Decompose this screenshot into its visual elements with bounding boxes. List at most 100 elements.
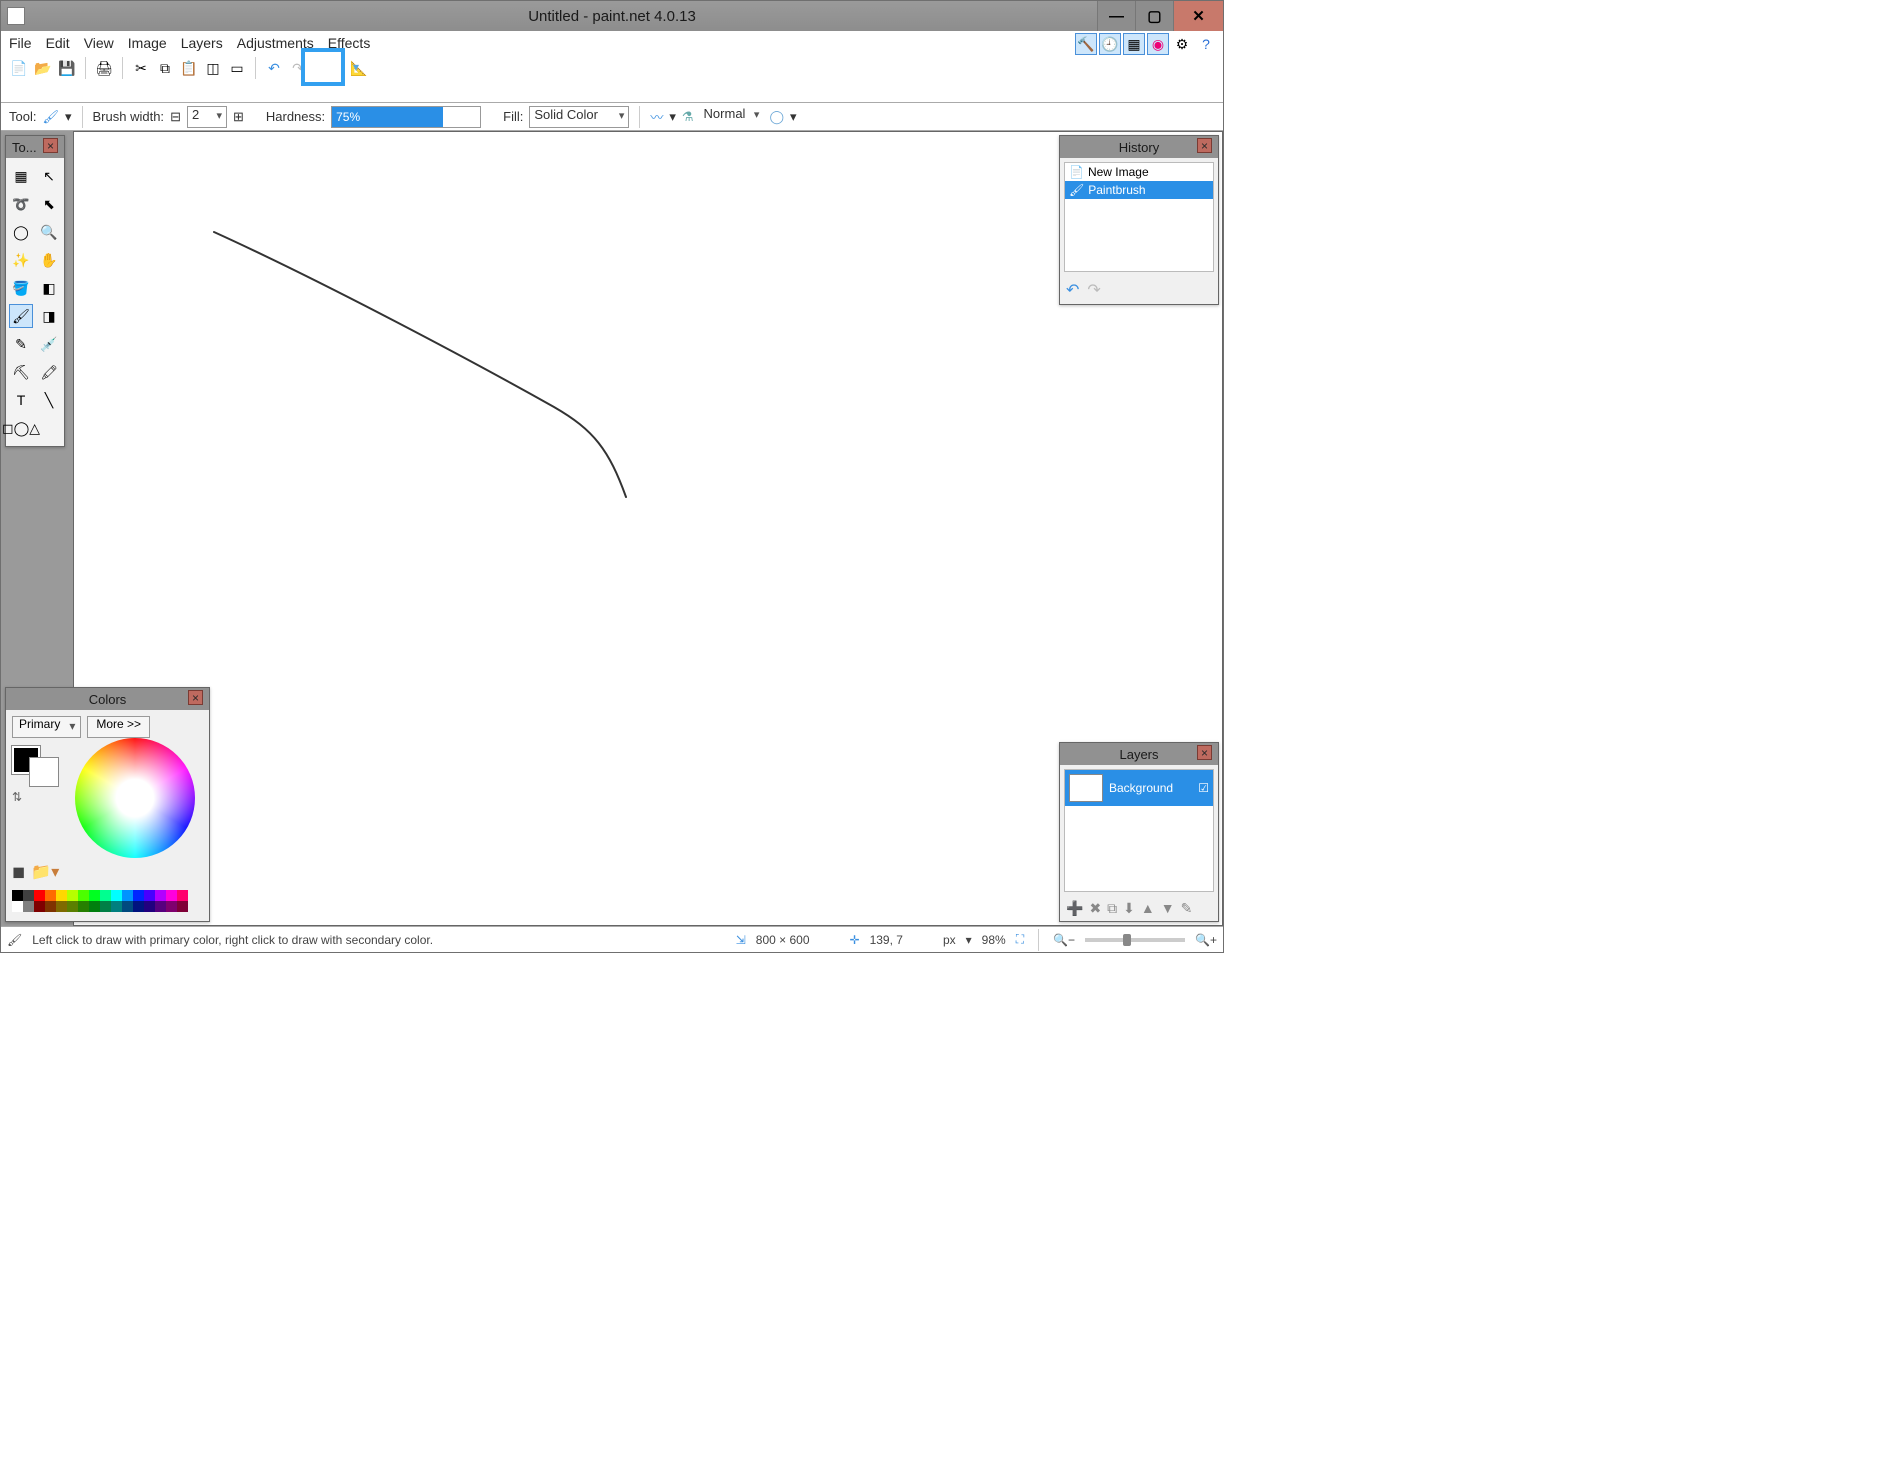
maximize-button[interactable]: ▢ xyxy=(1135,1,1173,31)
palette-swatch[interactable] xyxy=(67,890,78,901)
palette-swatch[interactable] xyxy=(133,890,144,901)
palette-swatch[interactable] xyxy=(100,890,111,901)
palette-swatch[interactable] xyxy=(122,890,133,901)
toggle-colors-panel-icon[interactable]: ◉ xyxy=(1147,33,1169,55)
color-picker-tool[interactable]: 💉 xyxy=(37,332,61,356)
menu-view[interactable]: View xyxy=(84,35,114,51)
zoom-slider[interactable] xyxy=(1085,938,1185,942)
palette-swatch[interactable] xyxy=(111,890,122,901)
shapes-tool[interactable]: ◻◯△ xyxy=(9,416,33,440)
palette-swatch[interactable] xyxy=(45,890,56,901)
deselect-icon[interactable]: ▭ xyxy=(227,58,247,78)
tools-panel[interactable]: To... × ▦ ↖ ➰ ⬉ ◯ 🔍 ✨ ✋ 🪣 ◧ 🖌 ◨ ✎ 💉 ⛏ 🖍 xyxy=(5,135,65,447)
layer-item[interactable]: Background ☑ xyxy=(1065,770,1213,806)
brush-width-decrease-icon[interactable]: ⊟ xyxy=(170,109,181,125)
recolor-tool[interactable]: 🖍 xyxy=(37,360,61,384)
menu-layers[interactable]: Layers xyxy=(181,35,223,51)
history-list[interactable]: 📄 New Image 🖌 Paintbrush xyxy=(1064,162,1214,272)
palette-swatch[interactable] xyxy=(78,901,89,912)
print-icon[interactable]: 🖨 xyxy=(94,58,114,78)
help-icon[interactable]: ? xyxy=(1195,33,1217,55)
move-selection-tool[interactable]: ⬉ xyxy=(37,192,61,216)
palette-swatch[interactable] xyxy=(89,890,100,901)
color-wheel[interactable] xyxy=(75,738,195,858)
blend-mode-combo[interactable]: Normal xyxy=(700,106,764,128)
add-color-icon[interactable]: ◼ xyxy=(12,862,25,882)
layers-panel[interactable]: Layers × Background ☑ ➕ ✖ ⧉ ⬇ ▲ ▼ ✎ xyxy=(1059,742,1219,922)
palette-swatch[interactable] xyxy=(166,890,177,901)
palette-swatch[interactable] xyxy=(177,901,188,912)
gradient-tool[interactable]: ◧ xyxy=(37,276,61,300)
antialias-icon[interactable]: 〰 xyxy=(650,107,663,126)
toggle-layers-panel-icon[interactable]: ▦ xyxy=(1123,33,1145,55)
colors-panel-close-icon[interactable]: × xyxy=(188,690,203,705)
palette-swatch[interactable] xyxy=(111,901,122,912)
paintbrush-tool-icon[interactable]: 🖌 xyxy=(42,109,59,125)
history-undo-icon[interactable]: ↶ xyxy=(1066,280,1079,300)
magic-wand-tool[interactable]: ✨ xyxy=(9,248,33,272)
selection-clip-icon[interactable]: ◯ xyxy=(769,109,784,125)
new-icon[interactable]: 📄 xyxy=(9,58,29,78)
palette-swatch[interactable] xyxy=(166,901,177,912)
move-layer-up-icon[interactable]: ▲ xyxy=(1141,900,1155,917)
pan-tool[interactable]: ✋ xyxy=(37,248,61,272)
color-target-dropdown[interactable]: Primary xyxy=(12,716,81,738)
paintbrush-tool[interactable]: 🖌 xyxy=(9,304,33,328)
save-icon[interactable]: 💾 xyxy=(57,58,77,78)
zoom-tool[interactable]: 🔍 xyxy=(37,220,61,244)
toggle-history-panel-icon[interactable]: 🕘 xyxy=(1099,33,1121,55)
swap-colors-icon[interactable]: ⇅ xyxy=(12,790,22,804)
add-layer-icon[interactable]: ➕ xyxy=(1066,900,1083,917)
palette-swatch[interactable] xyxy=(100,901,111,912)
ellipse-select-tool[interactable]: ◯ xyxy=(9,220,33,244)
toggle-tools-panel-icon[interactable]: 🔨 xyxy=(1075,33,1097,55)
zoom-in-icon[interactable]: 🔍+ xyxy=(1195,933,1217,947)
palette-swatch[interactable] xyxy=(45,901,56,912)
layer-visible-checkbox[interactable]: ☑ xyxy=(1198,781,1209,795)
clone-stamp-tool[interactable]: ⛏ xyxy=(9,360,33,384)
palette-swatch[interactable] xyxy=(12,901,23,912)
crop-icon[interactable]: ◫ xyxy=(203,58,223,78)
menu-file[interactable]: File xyxy=(9,35,32,51)
history-panel[interactable]: History × 📄 New Image 🖌 Paintbrush ↶ ↷ xyxy=(1059,135,1219,305)
close-button[interactable]: ✕ xyxy=(1173,1,1223,31)
palette-swatch[interactable] xyxy=(23,890,34,901)
undo-icon[interactable]: ↶ xyxy=(264,58,284,78)
merge-layer-icon[interactable]: ⬇ xyxy=(1123,900,1135,917)
document-list-dropdown-icon[interactable]: ▾ xyxy=(353,60,359,74)
tool-dropdown-icon[interactable]: ▾ xyxy=(65,109,72,125)
palette-swatch[interactable] xyxy=(144,890,155,901)
open-icon[interactable]: 📂 xyxy=(33,58,53,78)
canvas[interactable] xyxy=(73,131,1223,926)
minimize-button[interactable]: — xyxy=(1097,1,1135,31)
palette-swatch[interactable] xyxy=(177,890,188,901)
colors-more-button[interactable]: More >> xyxy=(87,716,150,738)
move-layer-down-icon[interactable]: ▼ xyxy=(1161,900,1175,917)
fit-window-icon[interactable]: ⛶ xyxy=(1016,932,1024,947)
fill-combo[interactable]: Solid Color xyxy=(529,106,629,128)
palette-swatch[interactable] xyxy=(155,890,166,901)
brush-width-combo[interactable]: 2 xyxy=(187,106,227,128)
menu-image[interactable]: Image xyxy=(128,35,167,51)
alpha-blend-icon[interactable]: ⚗ xyxy=(682,109,694,125)
cut-icon[interactable]: ✂ xyxy=(131,58,151,78)
paint-bucket-tool[interactable]: 🪣 xyxy=(9,276,33,300)
palette-swatch[interactable] xyxy=(12,890,23,901)
palette-swatch[interactable] xyxy=(23,901,34,912)
history-item[interactable]: 🖌 Paintbrush xyxy=(1065,181,1213,199)
palette-swatch[interactable] xyxy=(67,901,78,912)
move-tool[interactable]: ↖ xyxy=(37,164,61,188)
line-tool[interactable]: ╲ xyxy=(37,388,61,412)
menu-edit[interactable]: Edit xyxy=(46,35,70,51)
palette-swatch[interactable] xyxy=(56,890,67,901)
layers-panel-close-icon[interactable]: × xyxy=(1197,745,1212,760)
delete-layer-icon[interactable]: ✖ xyxy=(1089,900,1101,917)
layer-properties-icon[interactable]: ✎ xyxy=(1181,900,1193,917)
palette-options-icon[interactable]: 📁▾ xyxy=(31,862,59,882)
document-thumbnail[interactable] xyxy=(301,48,345,86)
rect-select-tool[interactable]: ▦ xyxy=(9,164,33,188)
paste-icon[interactable]: 📋 xyxy=(179,58,199,78)
palette-swatch[interactable] xyxy=(122,901,133,912)
palette-swatch[interactable] xyxy=(155,901,166,912)
palette-swatch[interactable] xyxy=(56,901,67,912)
